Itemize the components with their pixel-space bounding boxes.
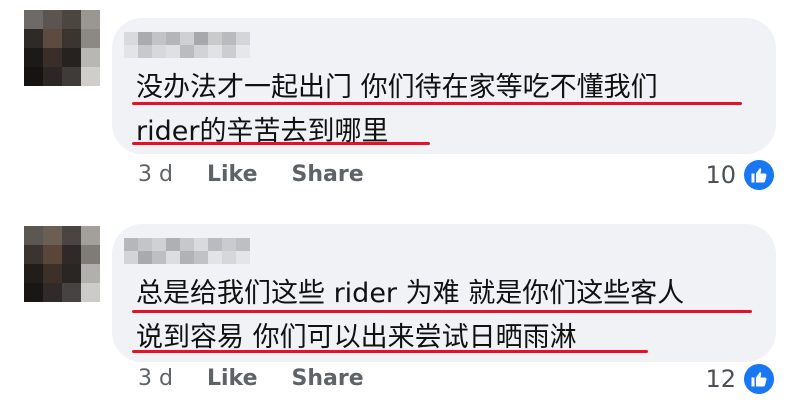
highlight-underline	[132, 102, 742, 105]
thumbs-up-icon	[744, 364, 774, 394]
comment: 没办法才一起出门 你们待在家等吃不懂我们 rider的辛苦去到哪里 3 d Li…	[0, 0, 800, 204]
avatar[interactable]	[24, 10, 100, 86]
comment-text: 总是给我们这些 rider 为难 就是你们这些客人 说到容易 你们可以出来尝试日…	[136, 272, 684, 360]
author-name-redacted[interactable]	[124, 32, 250, 58]
comment-text-line: rider的辛苦去到哪里	[136, 116, 389, 147]
reaction-count: 12	[705, 365, 736, 393]
comment-text: 没办法才一起出门 你们待在家等吃不懂我们 rider的辛苦去到哪里	[136, 66, 658, 154]
highlight-underline	[132, 142, 430, 145]
comment-bubble: 没办法才一起出门 你们待在家等吃不懂我们 rider的辛苦去到哪里	[112, 18, 776, 154]
comment-text-line: 说到容易 你们可以出来尝试日晒雨淋	[136, 322, 577, 353]
highlight-underline	[132, 310, 752, 313]
thumbs-up-icon	[744, 160, 774, 190]
author-name-redacted[interactable]	[124, 238, 250, 264]
avatar[interactable]	[24, 226, 100, 302]
reaction-count: 10	[705, 161, 736, 189]
timestamp[interactable]: 3 d	[138, 162, 173, 187]
like-button[interactable]: Like	[207, 162, 258, 187]
reaction-summary[interactable]: 10	[705, 160, 774, 190]
highlight-underline	[132, 350, 648, 353]
comment: 总是给我们这些 rider 为难 就是你们这些客人 说到容易 你们可以出来尝试日…	[0, 204, 800, 408]
like-button[interactable]: Like	[207, 366, 258, 391]
share-button[interactable]: Share	[292, 162, 364, 187]
reaction-summary[interactable]: 12	[705, 364, 774, 394]
comment-actions: 3 d Like Share	[138, 366, 398, 391]
comment-actions: 3 d Like Share	[138, 162, 398, 187]
comment-bubble: 总是给我们这些 rider 为难 就是你们这些客人 说到容易 你们可以出来尝试日…	[112, 224, 776, 362]
timestamp[interactable]: 3 d	[138, 366, 173, 391]
share-button[interactable]: Share	[292, 366, 364, 391]
